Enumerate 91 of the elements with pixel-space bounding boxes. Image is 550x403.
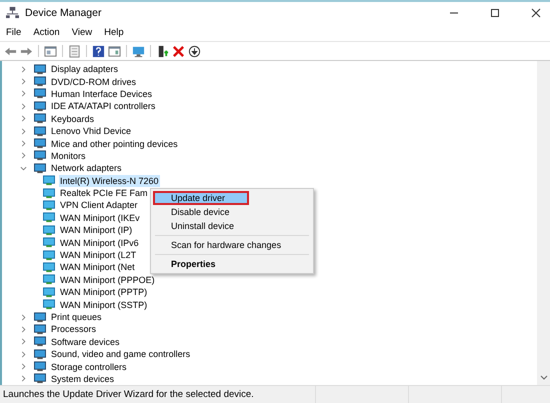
- device-icon: [33, 361, 47, 372]
- tree-item[interactable]: WAN Miniport (PPPOE): [59, 274, 156, 286]
- menu-item[interactable]: Help: [104, 26, 124, 38]
- menu-item[interactable]: View: [72, 26, 92, 38]
- tree-item[interactable]: Network adapters: [50, 162, 123, 174]
- network-adapter-icon: [42, 188, 56, 199]
- tree-item[interactable]: Human Interface Devices: [50, 88, 154, 100]
- menu-item[interactable]: File: [6, 26, 22, 38]
- expand-chevron-icon[interactable]: [20, 326, 27, 333]
- device-icon: [33, 324, 47, 335]
- device-icon: [33, 113, 47, 124]
- scroll-down-icon[interactable]: [540, 375, 548, 381]
- monitor-icon[interactable]: [132, 44, 145, 58]
- expand-chevron-icon[interactable]: [20, 102, 27, 110]
- device-icon: [33, 126, 47, 137]
- maximize-icon[interactable]: [490, 8, 500, 18]
- device-icon: [33, 138, 47, 150]
- tree-item[interactable]: WAN Miniport (Net: [59, 261, 136, 274]
- network-adapter-icon: [42, 250, 56, 261]
- expand-chevron-icon[interactable]: [20, 152, 27, 160]
- delete-icon[interactable]: [172, 44, 185, 58]
- download-circle-icon[interactable]: [188, 44, 201, 58]
- close-icon[interactable]: [531, 8, 541, 18]
- tree-item[interactable]: Realtek PCIe FE Fam: [59, 187, 149, 200]
- device-icon: [33, 373, 47, 384]
- network-adapter-icon: [42, 200, 56, 211]
- network-adapter-icon: [42, 224, 56, 236]
- device-icon: [33, 64, 47, 75]
- expand-chevron-icon[interactable]: [20, 140, 27, 148]
- expand-chevron-icon[interactable]: [20, 90, 27, 98]
- device-icon: [33, 312, 47, 322]
- window-title: Device Manager: [25, 6, 102, 18]
- tree-item[interactable]: Intel(R) Wireless-N 7260: [59, 174, 160, 187]
- expand-chevron-icon[interactable]: [20, 66, 27, 73]
- device-icon: [33, 348, 47, 360]
- menu-item[interactable]: Properties: [153, 257, 311, 271]
- tree-item[interactable]: IDE ATA/ATAPI controllers: [50, 100, 156, 112]
- expand-chevron-icon[interactable]: [20, 78, 27, 86]
- menu-item[interactable]: Action: [33, 26, 60, 38]
- expand-chevron-icon[interactable]: [20, 338, 27, 346]
- tree-item[interactable]: Sound, video and game controllers: [50, 348, 192, 360]
- panel-window-icon[interactable]: [108, 44, 121, 58]
- scrollbar[interactable]: [537, 61, 550, 385]
- network-adapter-icon: [42, 175, 56, 186]
- network-adapter-icon: [42, 262, 56, 273]
- tree-item[interactable]: WAN Miniport (PPTP): [59, 286, 148, 298]
- tree-item[interactable]: Keyboards: [50, 112, 96, 125]
- network-adapter-icon: [42, 274, 56, 286]
- tree-item[interactable]: Lenovo Vhid Device: [50, 125, 132, 138]
- device-add-icon[interactable]: [156, 44, 169, 58]
- expand-chevron-icon[interactable]: [20, 363, 27, 370]
- tree-item[interactable]: Software devices: [50, 336, 121, 348]
- tree-item[interactable]: System devices: [50, 372, 116, 385]
- document-icon[interactable]: [68, 44, 81, 58]
- device-icon: [33, 150, 47, 162]
- network-adapter-icon: [42, 212, 56, 224]
- tree-item[interactable]: Print queues: [50, 311, 103, 323]
- tree-item[interactable]: Display adapters: [50, 63, 120, 76]
- tree-item[interactable]: Monitors: [50, 150, 87, 162]
- expand-chevron-icon[interactable]: [20, 375, 27, 382]
- status-text: Launches the Update Driver Wizard for the selected device.: [2, 388, 255, 402]
- menu-item[interactable]: Scan for hardware changes: [153, 238, 311, 252]
- tree-item[interactable]: WAN Miniport (IPv6: [59, 236, 140, 249]
- expand-chevron-icon[interactable]: [20, 314, 27, 320]
- tree-item[interactable]: WAN Miniport (IP): [59, 224, 134, 236]
- network-adapter-icon: [42, 299, 56, 310]
- tree-item[interactable]: WAN Miniport (L2T: [59, 249, 138, 262]
- tree-item[interactable]: WAN Miniport (IKEv: [59, 212, 141, 224]
- properties-window-icon[interactable]: [44, 44, 57, 58]
- device-icon: [33, 76, 47, 88]
- device-icon: [33, 336, 47, 348]
- collapse-chevron-icon[interactable]: [20, 164, 27, 172]
- computer-tree-icon: [6, 6, 19, 19]
- device-icon: [33, 100, 47, 112]
- expand-chevron-icon[interactable]: [20, 115, 27, 122]
- tree-item[interactable]: Mice and other pointing devices: [50, 138, 179, 150]
- tree-item[interactable]: VPN Client Adapter: [59, 199, 139, 212]
- menu-item[interactable]: Update driver: [153, 191, 249, 205]
- help-icon[interactable]: [92, 44, 105, 58]
- device-icon: [33, 162, 47, 174]
- tree-item[interactable]: Storage controllers: [50, 360, 128, 373]
- tree-item[interactable]: DVD/CD-ROM drives: [50, 76, 138, 88]
- device-icon: [33, 88, 47, 100]
- tree-item[interactable]: Processors: [50, 323, 98, 336]
- network-adapter-icon: [42, 237, 56, 248]
- expand-chevron-icon[interactable]: [20, 128, 27, 135]
- network-adapter-icon: [42, 286, 56, 298]
- menu-item[interactable]: Uninstall device: [153, 219, 311, 233]
- tree-item[interactable]: WAN Miniport (SSTP): [59, 298, 148, 311]
- menu-item[interactable]: Disable device: [153, 205, 311, 219]
- expand-chevron-icon[interactable]: [20, 350, 27, 358]
